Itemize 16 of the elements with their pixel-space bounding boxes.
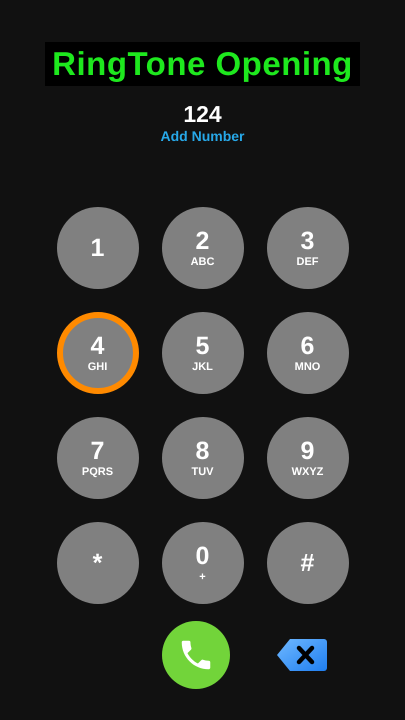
add-number-link[interactable]: Add Number — [160, 128, 244, 144]
dial-key[interactable]: 3 DEF — [266, 207, 348, 289]
dial-key[interactable]: 9 WXYZ — [266, 417, 348, 499]
app-title: RingTone Opening — [45, 42, 360, 86]
dial-key[interactable]: 4 GHI — [56, 312, 138, 394]
dial-key[interactable]: 2 ABC — [162, 207, 244, 289]
backspace-button[interactable] — [276, 638, 328, 672]
dialed-number: 124 — [183, 101, 222, 127]
dial-key[interactable]: 0 + — [162, 522, 244, 604]
dial-key[interactable]: # — [266, 522, 348, 604]
dial-key[interactable]: * — [56, 522, 138, 604]
dial-key[interactable]: 7 PQRS — [56, 417, 138, 499]
dial-key[interactable]: 8 TUV — [162, 417, 244, 499]
dial-key[interactable]: 6 MNO — [266, 312, 348, 394]
dial-key[interactable]: 5 JKL — [162, 312, 244, 394]
dial-key[interactable]: 1 — [56, 207, 138, 289]
